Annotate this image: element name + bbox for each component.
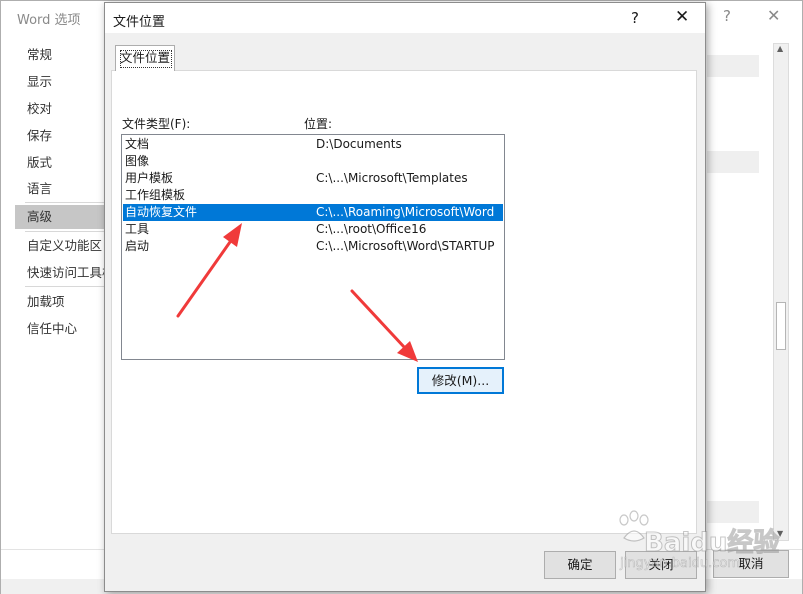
close-icon[interactable]: ✕ xyxy=(675,7,689,27)
file-type-cell: 启动 xyxy=(125,239,150,253)
tab-label: 文件位置 xyxy=(119,50,170,65)
file-type-cell: 图像 xyxy=(125,154,150,168)
list-item[interactable]: 工具 C:\...\root\Office16 xyxy=(123,221,503,238)
sidebar-item-add-ins[interactable]: 加载项 xyxy=(15,290,107,314)
sidebar-item-trust-center[interactable]: 信任中心 xyxy=(15,317,107,341)
list-item-selected[interactable]: 自动恢复文件 C:\...\Roaming\Microsoft\Word xyxy=(123,204,503,221)
location-label: 位置: xyxy=(304,117,333,131)
options-section-header xyxy=(707,55,759,77)
ok-button[interactable]: 确定 xyxy=(544,551,616,579)
file-type-cell: 用户模板 xyxy=(125,171,174,185)
sidebar-item-advanced[interactable]: 高级 xyxy=(15,205,107,229)
close-icon[interactable]: ✕ xyxy=(767,6,780,25)
options-section-header xyxy=(707,501,759,523)
scroll-down-icon[interactable]: ▼ xyxy=(777,529,783,538)
location-cell: C:\...\Roaming\Microsoft\Word xyxy=(316,205,495,219)
options-scrollbar[interactable]: ▲ ▼ xyxy=(773,43,789,541)
list-item[interactable]: 启动 C:\...\Microsoft\Word\STARTUP xyxy=(123,238,503,255)
list-item[interactable]: 图像 xyxy=(123,153,503,170)
scroll-up-icon[interactable]: ▲ xyxy=(777,44,783,53)
sidebar-divider xyxy=(25,286,107,287)
close-button[interactable]: 关闭 xyxy=(625,551,697,579)
file-type-cell: 工作组模板 xyxy=(125,188,186,202)
file-types-label: 文件类型(F): xyxy=(122,117,191,131)
help-icon[interactable]: ? xyxy=(631,9,639,27)
location-cell: C:\...\Microsoft\Word\STARTUP xyxy=(316,239,495,253)
sidebar-item-quick-access-toolbar[interactable]: 快速访问工具栏 xyxy=(15,261,107,285)
help-icon[interactable]: ? xyxy=(723,7,731,25)
location-cell: D:\Documents xyxy=(316,137,402,151)
file-type-cell: 工具 xyxy=(125,222,150,236)
scrollbar-thumb[interactable] xyxy=(776,302,786,350)
sidebar-divider xyxy=(25,231,107,232)
options-sidebar: 常规 显示 校对 保存 版式 语言 高级 自定义功能区 快速访问工具栏 加载项 … xyxy=(15,41,107,581)
options-section-header xyxy=(707,151,759,173)
tab-file-locations[interactable]: 文件位置 xyxy=(115,45,175,71)
sidebar-item-proofing[interactable]: 校对 xyxy=(15,97,107,121)
sidebar-item-save[interactable]: 保存 xyxy=(15,124,107,148)
file-locations-dialog: 文件位置 ? ✕ 文件位置 文件类型(F): 位置: 文档 D:\Documen… xyxy=(104,2,706,592)
file-locations-list[interactable]: 文档 D:\Documents 图像 用户模板 C:\...\Microsoft… xyxy=(121,134,505,360)
file-type-cell: 自动恢复文件 xyxy=(125,205,198,219)
sidebar-item-customize-ribbon[interactable]: 自定义功能区 xyxy=(15,234,107,258)
dialog-titlebar: 文件位置 ? ✕ xyxy=(105,3,705,33)
word-options-title: Word 选项 xyxy=(17,13,81,28)
list-item[interactable]: 用户模板 C:\...\Microsoft\Templates xyxy=(123,170,503,187)
sidebar-item-language[interactable]: 语言 xyxy=(15,177,107,201)
dialog-title: 文件位置 xyxy=(113,15,166,30)
file-type-cell: 文档 xyxy=(125,137,150,151)
sidebar-item-display[interactable]: 显示 xyxy=(15,70,107,94)
sidebar-divider xyxy=(25,202,107,203)
location-cell: C:\...\Microsoft\Templates xyxy=(316,171,468,185)
modify-button[interactable]: 修改(M)... xyxy=(417,367,504,394)
list-item[interactable]: 文档 D:\Documents xyxy=(123,136,503,153)
sidebar-item-layout[interactable]: 版式 xyxy=(15,151,107,175)
cancel-button[interactable]: 取消 xyxy=(713,550,789,578)
location-cell: C:\...\root\Office16 xyxy=(316,222,427,236)
list-item[interactable]: 工作组模板 xyxy=(123,187,503,204)
tab-panel: 文件类型(F): 位置: 文档 D:\Documents 图像 用户模板 C:\… xyxy=(111,70,697,534)
sidebar-item-general[interactable]: 常规 xyxy=(15,43,107,67)
